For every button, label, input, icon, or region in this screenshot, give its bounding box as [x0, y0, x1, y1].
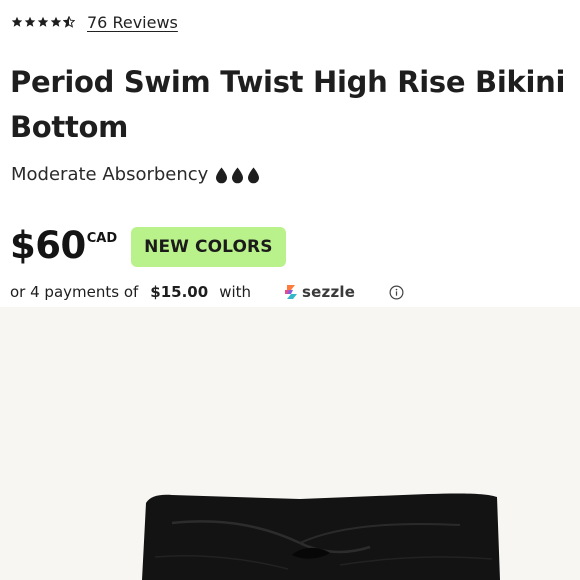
currency-label: CAD [86, 231, 118, 246]
star-icon [37, 16, 49, 27]
absorbency-drops [215, 167, 260, 184]
price-row: $60 CAD NEW COLORS [10, 222, 286, 270]
installment-amount: $15.00 [150, 283, 209, 301]
star-icon [24, 16, 36, 27]
rating-row: 76 Reviews [11, 11, 178, 33]
sezzle-logo[interactable]: sezzle [284, 283, 355, 301]
sezzle-logo-text: sezzle [302, 283, 356, 301]
info-icon[interactable] [389, 285, 404, 300]
drop-icon [216, 167, 228, 183]
product-title: Period Swim Twist High Rise Bikini Botto… [10, 65, 566, 144]
price: $60 [10, 224, 86, 267]
reviews-link[interactable]: 76 Reviews [87, 13, 178, 32]
star-icon [11, 16, 23, 27]
sezzle-mark-icon [285, 285, 298, 299]
product-image[interactable] [0, 307, 580, 580]
star-icon [50, 16, 62, 27]
drop-icon [248, 167, 260, 183]
absorbency-label: Moderate Absorbency [11, 163, 209, 185]
bikini-bottom-image [142, 493, 500, 580]
star-rating [11, 16, 75, 28]
half-star-icon [63, 16, 75, 28]
installments-with: with [219, 283, 252, 301]
drop-icon [232, 167, 244, 183]
installments-prefix: or 4 payments of [10, 283, 139, 301]
absorbency-info: Moderate Absorbency [11, 160, 260, 188]
installments-row: or 4 payments of $15.00 with sezzle [10, 280, 580, 304]
new-colors-badge: NEW COLORS [131, 227, 286, 267]
